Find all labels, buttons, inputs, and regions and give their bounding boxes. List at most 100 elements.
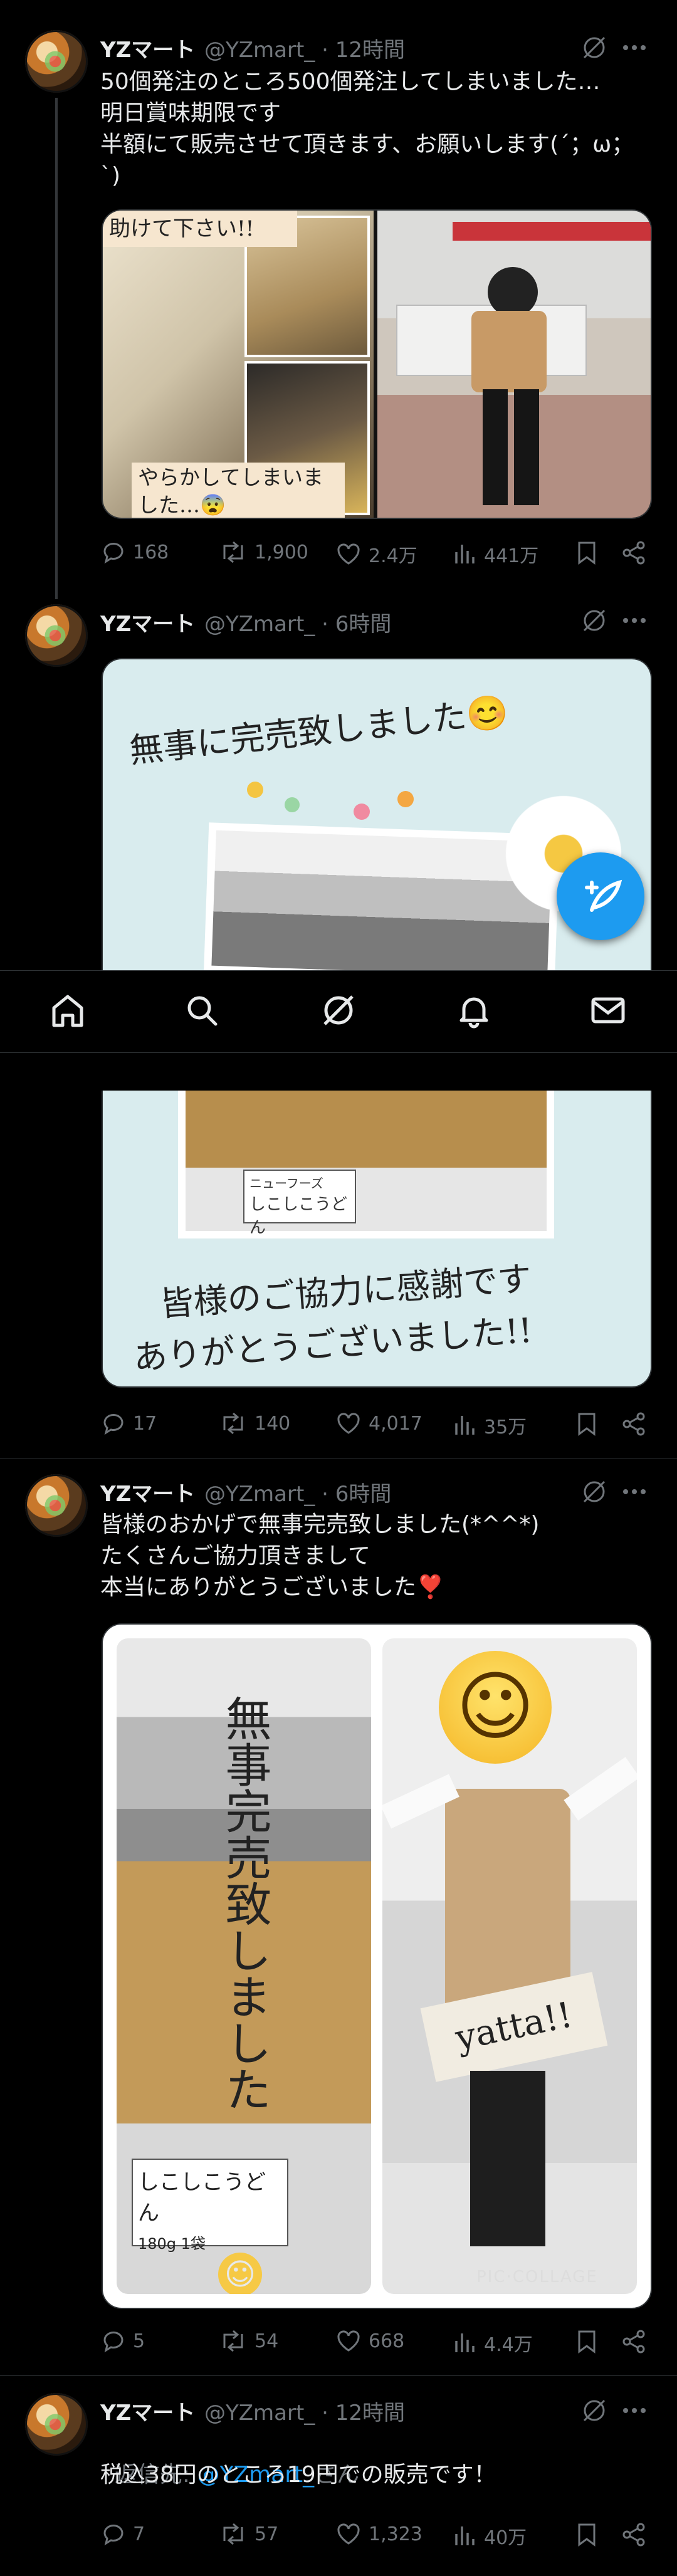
media-photo-staff-bowing [377,211,651,518]
more-icon[interactable] [621,2397,648,2424]
like-button[interactable]: 1,323 [336,2522,422,2546]
retweet-button[interactable]: 140 [219,1411,290,1435]
messages-icon[interactable] [589,992,627,1029]
share-icon[interactable] [622,1411,647,1437]
search-icon[interactable] [183,992,221,1029]
thread-line [55,98,58,599]
timestamp[interactable]: · 12時間 [322,38,405,63]
tweet-text-line: `) [100,163,121,189]
media-watermark: PIC·COLLAGE [476,2268,598,2286]
handle-text[interactable]: @YZmart_ [204,38,315,63]
handle[interactable]: @YZmart_ · 6時間 [204,1477,391,1507]
bookmark-icon[interactable] [575,540,598,565]
notifications-icon[interactable] [455,992,493,1029]
reply-button[interactable]: 17 [102,1411,157,1435]
display-name[interactable]: YZマート [100,1477,195,1507]
reply-button[interactable]: 5 [102,2329,145,2353]
grok-icon[interactable] [580,2397,608,2424]
views-icon [455,2526,475,2545]
handle-text[interactable]: @YZmart_ [204,1482,315,1507]
retweet-count: 140 [255,1412,291,1435]
media-caption-bottom: やらかしてしまいました…😨 [132,463,345,518]
avatar[interactable] [25,1474,88,1537]
like-button[interactable]: 668 [336,2329,404,2353]
more-icon[interactable] [621,1478,648,1505]
handle[interactable]: @YZmart_ · 6時間 [204,607,391,637]
handle[interactable]: @YZmart_ · 12時間 [204,2395,405,2426]
retweet-button[interactable]: 57 [219,2522,278,2546]
reply-icon [103,1414,123,1435]
confetti-dot [354,804,370,820]
bookmark-icon[interactable] [575,1411,598,1437]
grok-icon[interactable] [580,607,608,634]
confetti-dot [397,791,414,807]
price-label: ニューフーズ しこしこうどん [243,1170,356,1237]
more-icon[interactable] [621,34,648,61]
heart-icon [337,2523,360,2545]
retweet-count: 57 [255,2523,279,2545]
display-name[interactable]: YZマート [100,33,195,63]
bookmark-icon[interactable] [575,2522,598,2547]
legs [470,2071,545,2246]
reply-count: 168 [133,541,169,563]
views-icon [455,1416,475,1435]
avatar[interactable] [25,30,88,93]
views-button[interactable]: 35万 [454,1411,527,1439]
retweet-button[interactable]: 1,900 [219,540,308,564]
tweet-text-line: 50個発注のところ500個発注してしまいました… [100,69,601,95]
more-icon[interactable] [621,607,648,634]
heart-icon [337,543,360,565]
retweet-button[interactable]: 54 [219,2329,278,2353]
views-count: 4.4万 [484,2334,533,2356]
timestamp[interactable]: · 12時間 [322,2401,405,2426]
display-name[interactable]: YZマート [100,2395,195,2426]
timestamp[interactable]: · 6時間 [322,612,391,637]
reply-count: 5 [133,2330,145,2352]
share-icon[interactable] [622,540,647,565]
retweet-count: 54 [255,2330,279,2352]
reply-icon [103,2332,123,2353]
price-label: しこしこうどん 180g 1袋 [132,2159,288,2253]
grok-icon[interactable] [320,992,357,1029]
home-icon[interactable] [49,992,87,1029]
handle-text[interactable]: @YZmart_ [204,2401,315,2426]
heart-icon [337,2330,360,2352]
compose-icon [585,879,622,912]
avatar[interactable] [25,2393,88,2456]
tweet-text-line: 半額にて販売させて頂きます、お願いします(´；ω； [100,132,634,157]
tweet-media[interactable]: ニューフーズ しこしこうどん 皆様のご協力に感謝です ありがとうございました!! [102,1091,652,1388]
reply-button[interactable]: 7 [102,2522,145,2546]
tweet-media[interactable]: 助けて下さい!! やらかしてしまいました…😨 [102,209,652,519]
retweet-count: 1,900 [255,541,308,563]
smile-emoji: ☺ [218,2253,262,2294]
compose-button[interactable] [557,852,644,940]
avatar[interactable] [25,604,88,667]
media-vertical-text: 無事完売致しました [218,1695,271,2112]
views-button[interactable]: 441万 [454,540,538,568]
like-button[interactable]: 4,017 [336,1411,422,1435]
views-icon [455,2333,475,2352]
handle-text[interactable]: @YZmart_ [204,612,315,637]
price-label-product: しこしこうどん [249,1195,348,1237]
handle[interactable]: @YZmart_ · 12時間 [204,33,405,63]
grok-icon[interactable] [580,1478,608,1505]
views-count: 35万 [484,1416,527,1438]
tweet-media[interactable]: 無事完売致しました しこしこうどん 180g 1袋 ☺ ☺ yatta!! PI… [102,1623,652,2309]
share-icon[interactable] [622,2329,647,2354]
share-icon[interactable] [622,2522,647,2547]
timestamp[interactable]: · 6時間 [322,1482,391,1507]
media-caption-top: 助けて下さい!! [103,211,297,247]
like-button[interactable]: 2.4万 [336,540,417,568]
views-button[interactable]: 40万 [454,2522,527,2550]
arm-right [564,1757,637,1821]
views-button[interactable]: 4.4万 [454,2329,533,2357]
reply-icon [103,543,123,564]
display-name[interactable]: YZマート [100,607,195,637]
reply-count: 7 [133,2523,145,2545]
confetti-dot [285,797,300,812]
reply-button[interactable]: 168 [102,540,169,564]
tweet-text-line: 税込38円のところ19円での販売です！ [100,2462,496,2488]
tweet-text-line: たくさんご協力頂きまして [100,1543,370,1569]
bookmark-icon[interactable] [575,2329,598,2354]
grok-icon[interactable] [580,34,608,61]
